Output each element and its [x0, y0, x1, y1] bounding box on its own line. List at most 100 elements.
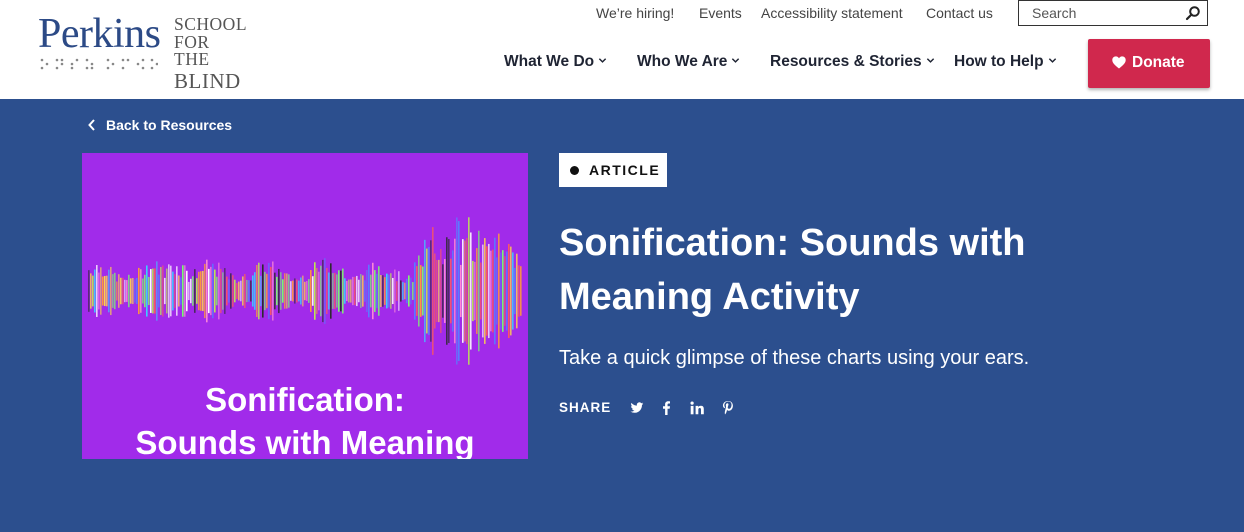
waveform-bar: [286, 273, 288, 309]
waveform-bar: [366, 270, 368, 312]
waveform-bar: [274, 272, 276, 310]
waveform-bar: [372, 262, 374, 320]
waveform-bar: [236, 282, 238, 300]
waveform-bar: [496, 257, 498, 325]
waveform-bar: [118, 274, 120, 308]
waveform-bar: [460, 264, 462, 318]
waveform-bar: [226, 276, 228, 306]
waveform-bar: [488, 243, 490, 339]
waveform-bar: [354, 276, 356, 306]
page-subtitle: Take a quick glimpse of these charts usi…: [559, 347, 1030, 369]
waveform-bar: [240, 280, 242, 302]
nav-item-resources-stories[interactable]: Resources & Stories: [770, 52, 935, 72]
waveform-bar: [106, 275, 108, 307]
waveform-bar: [210, 266, 212, 316]
waveform-bar: [216, 276, 218, 306]
waveform-bar: [228, 279, 230, 303]
waveform-bar: [392, 277, 394, 305]
waveform-bar: [474, 261, 476, 321]
nav-item-who-we-are[interactable]: Who We Are: [637, 52, 740, 72]
waveform-bar: [150, 269, 152, 313]
waveform-bar: [322, 259, 324, 323]
waveform-bar: [346, 280, 348, 302]
waveform-bar: [370, 274, 372, 308]
waveform-bar: [390, 273, 392, 309]
back-to-resources-link[interactable]: Back to Resources: [88, 116, 232, 134]
waveform-bar: [308, 279, 310, 303]
waveform-bar: [258, 262, 260, 320]
waveform-bar: [256, 265, 258, 317]
waveform-bar: [158, 274, 160, 308]
waveform-bar: [480, 262, 482, 320]
waveform-bar: [400, 280, 402, 302]
waveform-bar: [92, 275, 94, 307]
waveform-bar: [110, 266, 112, 316]
waveform-bar: [230, 273, 232, 309]
waveform-bar: [380, 275, 382, 307]
waveform-bar: [334, 272, 336, 310]
waveform-bar: [144, 274, 146, 308]
waveform-bar: [336, 274, 338, 308]
waveform-bar: [124, 279, 126, 303]
twitter-icon[interactable]: [630, 401, 644, 415]
waveform-bar: [298, 280, 300, 302]
waveform-bar: [264, 271, 266, 311]
waveform-bar: [414, 262, 416, 320]
nav-item-what-we-do[interactable]: What We Do: [504, 52, 607, 72]
linkedin-icon[interactable]: [690, 401, 704, 415]
search-box: [1018, 0, 1208, 26]
waveform-bar: [262, 264, 264, 318]
waveform-bar: [300, 277, 302, 305]
waveform-bar: [420, 265, 422, 317]
waveform-bar: [436, 260, 438, 322]
waveform-bar: [410, 277, 412, 305]
waveform-bar: [196, 278, 198, 304]
waveform-bar: [302, 275, 304, 307]
waveform-bar: [254, 272, 256, 310]
waveform-bar: [394, 269, 396, 313]
waveform-bar: [140, 269, 142, 313]
waveform-bar: [358, 279, 360, 303]
utility-link-hiring[interactable]: We’re hiring!: [596, 3, 674, 23]
waveform-bar: [100, 267, 102, 315]
waveform-bar: [318, 271, 320, 311]
waveform-bar: [206, 259, 208, 323]
waveform-bar: [120, 277, 122, 305]
waveform-bar: [476, 248, 478, 334]
waveform-bar: [486, 246, 488, 336]
search-input[interactable]: [1019, 1, 1179, 25]
waveform-bar: [470, 232, 472, 350]
waveform-bar: [208, 268, 210, 314]
waveform-bar: [280, 272, 282, 310]
waveform-bar: [458, 221, 460, 361]
waveform-bar: [426, 248, 428, 334]
waveform-bar: [270, 266, 272, 316]
waveform-bar: [248, 280, 250, 302]
search-icon[interactable]: [1185, 5, 1201, 21]
waveform-bar: [386, 273, 388, 309]
utility-link-events[interactable]: Events: [699, 3, 742, 23]
utility-link-contact[interactable]: Contact us: [926, 3, 993, 23]
logo-wordmark: Perkins: [38, 11, 161, 57]
waveform-bar: [442, 264, 444, 318]
waveform-bar: [320, 265, 322, 317]
chevron-down-icon: [732, 58, 740, 63]
waveform-bar: [96, 265, 98, 317]
chevron-down-icon: [1048, 58, 1056, 63]
pinterest-icon[interactable]: [722, 401, 734, 415]
waveform-bar: [242, 276, 244, 306]
utility-link-accessibility[interactable]: Accessibility statement: [761, 3, 903, 23]
waveform-bar: [310, 270, 312, 312]
waveform-bar: [412, 282, 414, 300]
waveform-bar: [220, 268, 222, 314]
waveform-bar: [382, 275, 384, 307]
waveform-bar: [180, 277, 182, 305]
waveform-bar: [352, 276, 354, 306]
nav-item-label: Resources & Stories: [770, 53, 922, 70]
waveform-bar: [518, 265, 520, 317]
nav-item-how-to-help[interactable]: How to Help: [954, 52, 1057, 72]
donate-button[interactable]: Donate: [1088, 39, 1210, 88]
waveform-bar: [166, 268, 168, 314]
facebook-icon[interactable]: [662, 401, 671, 415]
waveform-bar: [348, 279, 350, 303]
